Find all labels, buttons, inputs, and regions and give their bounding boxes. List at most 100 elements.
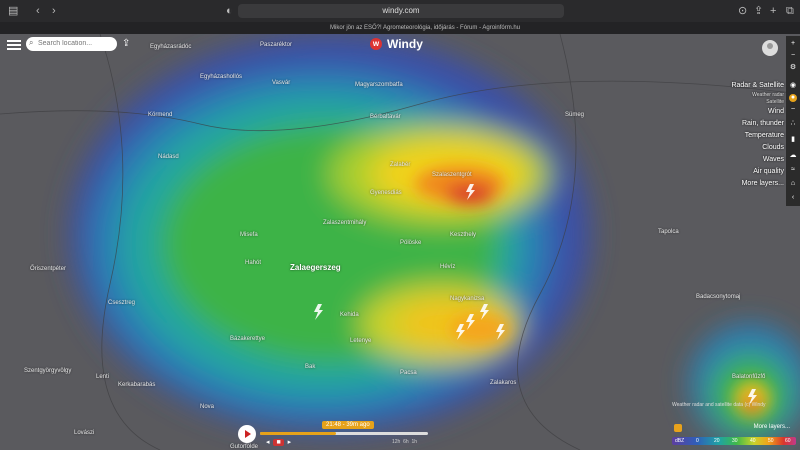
place-label: Nádasd	[158, 154, 179, 160]
play-button[interactable]	[238, 425, 256, 443]
timeline-track[interactable]	[260, 432, 428, 435]
legend-value: 30	[732, 438, 738, 444]
radar-map[interactable]: Egyházasrádóc Paszaréktor Egyházashollós…	[0, 34, 800, 450]
place-label: Lovászi	[74, 430, 95, 436]
satellite-icon[interactable]: ●	[789, 94, 797, 102]
place-label: Hahót	[245, 260, 262, 266]
layer-satellite[interactable]: Satellite	[731, 99, 784, 106]
place-label: Misefa	[240, 232, 258, 238]
place-label: Körmend	[148, 112, 173, 118]
layer-more-layers[interactable]: More layers...	[731, 178, 784, 190]
search-input[interactable]	[38, 38, 112, 49]
search-icon: ⌕	[29, 38, 34, 47]
layer-weather-radar[interactable]: Weather radar	[731, 92, 784, 99]
clouds-icon[interactable]: ☁	[789, 152, 797, 160]
place-label: Szalaszentgrót	[432, 172, 472, 178]
legend-value: 60	[785, 438, 791, 444]
address-bar[interactable]: windy.com	[238, 4, 564, 18]
place-label: Szentgyörgyvölgy	[24, 368, 72, 374]
forward-arrow-icon[interactable]: ›	[52, 5, 56, 17]
place-label: Letenye	[350, 338, 372, 344]
place-label: Pacsa	[400, 370, 417, 376]
layer-temperature[interactable]: Temperature	[731, 130, 784, 142]
place-label: Kerkabarabás	[118, 382, 156, 388]
place-label: Gutorfölde	[230, 444, 259, 450]
place-label: Pölöske	[400, 240, 422, 246]
place-label: Csesztreg	[108, 300, 136, 306]
share-icon[interactable]: ⇪	[754, 5, 763, 17]
shield-icon[interactable]: ◐	[226, 5, 233, 17]
timeline-progress	[260, 432, 336, 435]
place-label: Vasvár	[272, 80, 291, 86]
tab-overview-icon[interactable]: ⧉	[786, 5, 794, 17]
place-label: Keszthely	[450, 232, 477, 238]
place-label: Sümeg	[565, 112, 585, 118]
layer-rain-thunder[interactable]: Rain, thunder	[731, 118, 784, 130]
sidebar-toggle-icon[interactable]: ▤	[8, 5, 18, 17]
timeline-ticks: 12h 6h 1h	[392, 439, 417, 445]
new-tab-icon[interactable]: +	[770, 5, 776, 17]
place-label: Zalabér	[390, 162, 411, 168]
place-label: Tapolca	[658, 229, 679, 235]
rewind-icon[interactable]: ◂	[266, 439, 270, 446]
place-label: Gyenesdiás	[370, 190, 402, 196]
place-label: Badacsonytomaj	[696, 294, 741, 300]
place-label: Őriszentpéter	[30, 266, 67, 272]
legend-controls: More layers...	[672, 424, 796, 434]
rain-icon[interactable]: ∴	[789, 120, 797, 128]
windy-logo-icon: w	[370, 38, 382, 50]
radar-icon[interactable]: ◉	[789, 82, 797, 90]
menu-icon[interactable]	[7, 40, 21, 50]
place-label: Zalaszentmihály	[323, 220, 367, 226]
more-layers-link[interactable]: More layers...	[754, 424, 790, 430]
place-label: Nova	[200, 404, 215, 410]
tick-label: 1h	[411, 439, 418, 445]
legend-value: 20	[714, 438, 720, 444]
search-box[interactable]: ⌕	[26, 37, 117, 51]
time-badge: 21:48 - 39m ago	[322, 421, 374, 429]
camera-icon[interactable]: ■	[273, 439, 284, 446]
wind-icon[interactable]: ~	[789, 106, 797, 114]
place-label: Egyházashollós	[200, 74, 243, 80]
place-label: Hévíz	[440, 264, 456, 270]
legend-value: 0	[696, 438, 699, 444]
place-label: Lenti	[96, 374, 110, 380]
layer-waves[interactable]: Waves	[731, 154, 784, 166]
place-label: Magyarszombatfa	[355, 82, 403, 88]
browser-toolbar: ▤ ‹ › ◐ windy.com ⊙ ⇪ + ⧉	[0, 0, 800, 22]
place-label: Bak	[305, 364, 316, 370]
share-icon[interactable]: ⇪	[122, 38, 130, 49]
tab-title[interactable]: Mikor jön az ESŐ?! Agrometeorológia, idő…	[330, 23, 520, 33]
back-arrow-icon[interactable]: ‹	[36, 5, 40, 17]
place-label: Zalakaros	[490, 380, 517, 386]
place-label: Zalaegerszeg	[290, 263, 341, 272]
layer-clouds[interactable]: Clouds	[731, 142, 784, 154]
place-label: Nagykanizsa	[450, 296, 485, 302]
plus-icon[interactable]: +	[789, 40, 797, 48]
download-icon[interactable]: ⊙	[738, 5, 747, 17]
right-toolbar: + − ⚙ ◉ ● ~ ∴ ▮ ☁ ≈ ⌂ ‹	[786, 36, 800, 206]
legend-value: 50	[768, 438, 774, 444]
layer-menu: Radar & Satellite Weather radar Satellit…	[731, 80, 784, 190]
air-quality-icon[interactable]: ⌂	[789, 180, 797, 188]
place-label: Balatonfűzfő	[732, 374, 766, 380]
legend-unit: dBZ	[675, 438, 685, 444]
favorite-icon[interactable]	[674, 424, 682, 432]
minus-icon[interactable]: −	[789, 52, 797, 60]
dbz-legend: dBZ 0 20 30 40 50 60	[672, 437, 796, 445]
more-layers-icon[interactable]: ‹	[789, 194, 797, 202]
layer-wind[interactable]: Wind	[731, 106, 784, 118]
place-label: Bázakerettye	[230, 336, 266, 342]
avatar[interactable]	[762, 40, 778, 56]
settings-icon[interactable]: ⚙	[789, 64, 797, 72]
layer-air-quality[interactable]: Air quality	[731, 166, 784, 178]
tick-label: 12h	[392, 439, 401, 445]
place-label: Kehida	[340, 312, 359, 318]
legend-value: 40	[750, 438, 756, 444]
waves-icon[interactable]: ≈	[789, 166, 797, 174]
timeline-controls: ◂ ■ ▸	[266, 438, 291, 446]
forward-icon[interactable]: ▸	[288, 439, 292, 446]
temperature-icon[interactable]: ▮	[789, 136, 797, 144]
layer-radar-satellite[interactable]: Radar & Satellite	[731, 80, 784, 92]
tick-label: 6h	[403, 439, 409, 445]
